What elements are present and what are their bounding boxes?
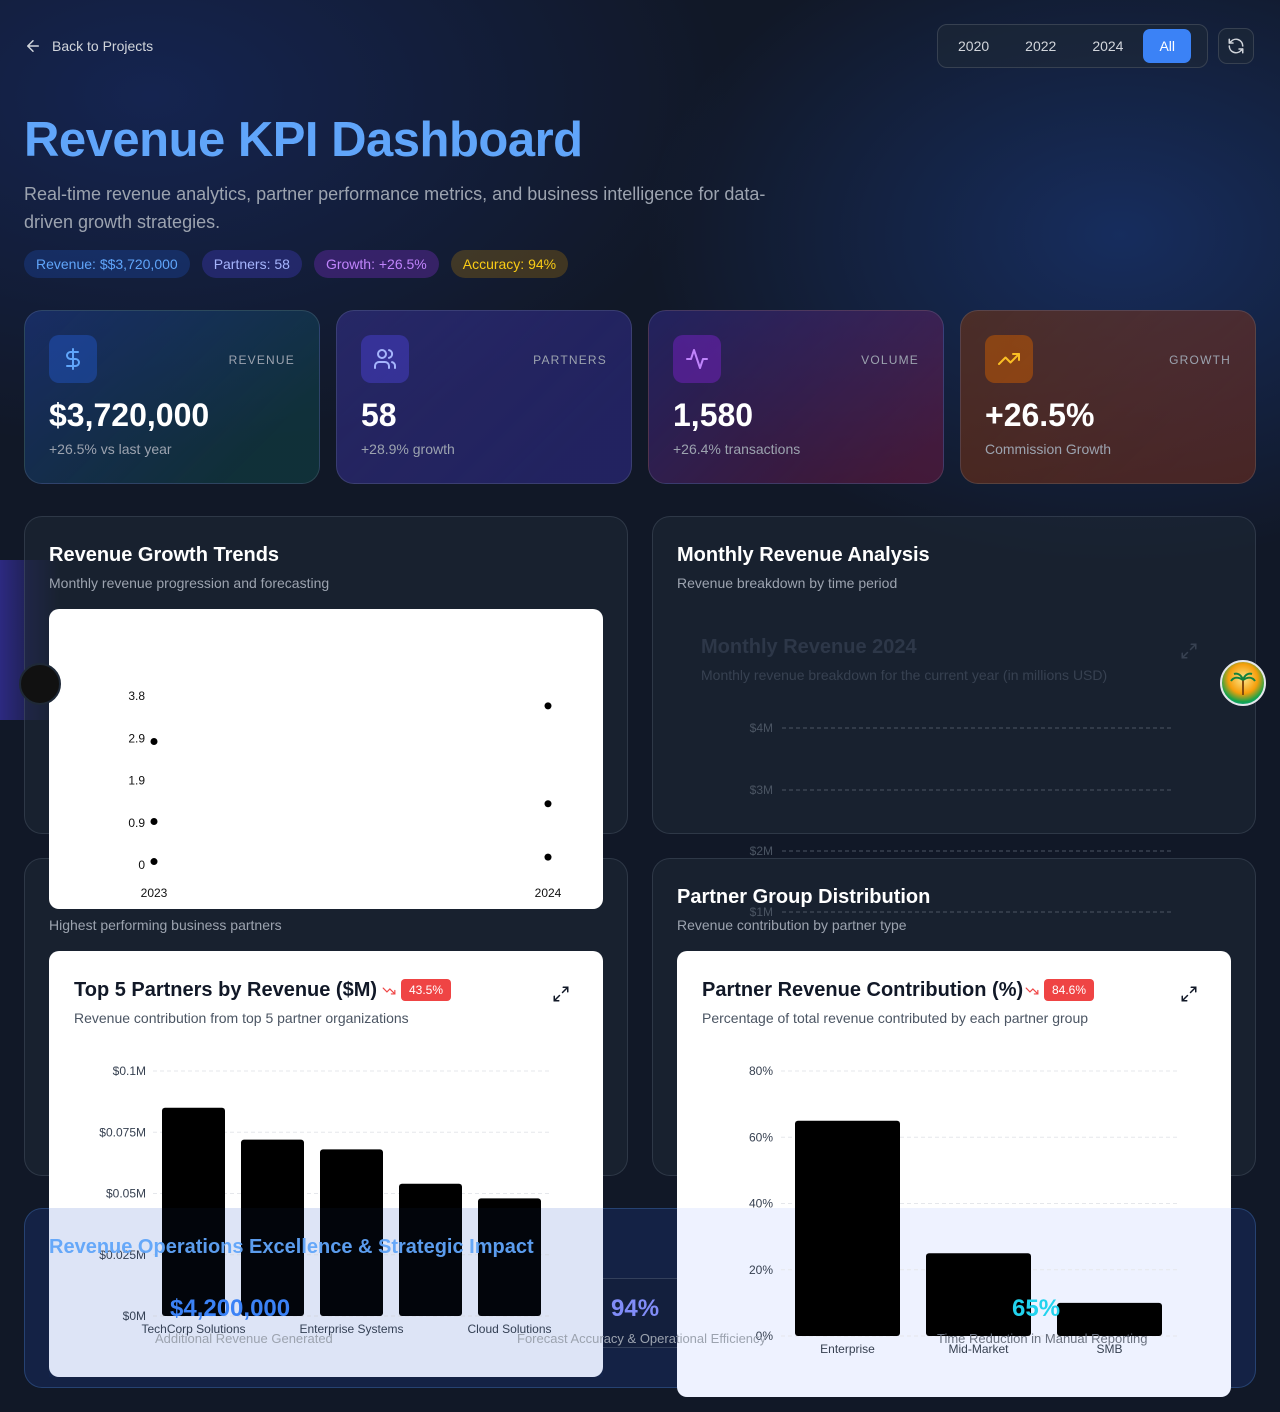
growth-pill: Growth: +26.5%	[313, 250, 439, 278]
x-tick-label: Enterprise	[820, 1342, 875, 1356]
data-point	[544, 702, 552, 710]
cursor-marker	[19, 663, 61, 705]
year-filter-group: 2020 2022 2024 All	[937, 24, 1208, 68]
avatar[interactable]	[1220, 660, 1266, 706]
revenue-growth-chart-card: 0 0.9 1.9 2.9 3.8 2023 2024	[49, 609, 603, 909]
back-to-projects-link[interactable]: Back to Projects	[24, 37, 153, 55]
top5-bar-chart: $0M$0.025M$0.05M$0.075M$0.1MTechCorp Sol…	[99, 1064, 551, 1336]
y-tick-label: 80%	[749, 1064, 773, 1078]
arrow-left-icon	[27, 40, 39, 52]
y-tick-label: $0M	[123, 1309, 146, 1323]
trending-up-icon	[985, 335, 1033, 383]
data-point	[544, 800, 552, 808]
kpi-label: REVENUE	[228, 353, 295, 367]
refresh-icon	[1228, 38, 1244, 54]
back-label: Back to Projects	[52, 38, 154, 54]
y-tick-label: $2M	[750, 844, 773, 858]
stat-value: 65%	[1012, 1295, 1061, 1322]
revenue-growth-subtitle: Monthly revenue progression and forecast…	[49, 575, 330, 591]
monthly-revenue-title: Monthly Revenue Analysis	[677, 544, 930, 566]
y-tick-label: $3M	[750, 783, 773, 797]
monthly-revenue-subtitle: Revenue breakdown by time period	[677, 575, 898, 591]
activity-icon	[673, 335, 721, 383]
kpi-subtext: +28.9% growth	[361, 441, 455, 457]
y-tick-label: 0.9	[128, 816, 145, 830]
revenue-pill: Revenue: $$3,720,000	[24, 250, 190, 278]
bar	[162, 1107, 225, 1316]
excellence-title-overlay: Revenue Operations Excellence & Strategi…	[49, 1236, 534, 1258]
stat-value: $4,200,000	[170, 1295, 291, 1322]
kpi-value: 58	[361, 397, 397, 433]
filter-2020-button[interactable]: 2020	[942, 29, 1005, 63]
y-tick-label: 2.9	[128, 731, 145, 745]
y-tick-label: $0.1M	[113, 1064, 146, 1078]
y-tick-label: 3.8	[128, 689, 145, 703]
bar	[320, 1149, 383, 1316]
top-partners-subtitle: Highest performing business partners	[49, 917, 282, 933]
bar	[795, 1120, 900, 1336]
page-subtitle: Real-time revenue analytics, partner per…	[24, 184, 766, 232]
kpi-label: GROWTH	[1169, 353, 1231, 367]
palm-tree-icon	[1230, 672, 1256, 695]
stat-value: 94%	[611, 1295, 660, 1322]
summary-pills: Revenue: $$3,720,000 Partners: 58 Growth…	[24, 250, 569, 278]
y-tick-label: 1.9	[128, 774, 145, 788]
dollar-icon	[49, 335, 97, 383]
refresh-button[interactable]	[1218, 28, 1254, 64]
partner-group-title: Partner Group Distribution	[677, 886, 931, 908]
x-tick-label: 2024	[535, 886, 562, 900]
page-title: Revenue KPI Dashboard	[24, 113, 583, 167]
revenue-growth-scatter: 0 0.9 1.9 2.9 3.8 2023 2024	[128, 689, 562, 900]
data-point	[150, 858, 158, 866]
y-tick-label: 0	[138, 858, 145, 872]
kpi-card-partners: PARTNERS 58 +28.9% growth	[336, 310, 632, 484]
stat-label: Additional Revenue Generated	[155, 1331, 333, 1346]
kpi-value: $3,720,000	[49, 397, 210, 433]
kpi-label: PARTNERS	[533, 353, 607, 367]
bar	[241, 1139, 304, 1316]
filter-2022-button[interactable]: 2022	[1009, 29, 1072, 63]
y-tick-label: $4M	[750, 721, 773, 735]
kpi-card-revenue: REVENUE $3,720,000 +26.5% vs last year	[24, 310, 320, 484]
kpi-value: 1,580	[673, 397, 754, 433]
top5-partners-card: Top 5 Partners by Revenue ($M) 43.5% Rev…	[49, 951, 603, 1377]
kpi-card-volume: VOLUME 1,580 +26.4% transactions	[648, 310, 944, 484]
contribution-bar-chart: 0%20%40%60%80%Enterprise Mid-Market SMB	[749, 1064, 1177, 1356]
stat-label: Forecast Accuracy & Operational Efficien…	[517, 1331, 767, 1346]
kpi-label: VOLUME	[861, 353, 919, 367]
expand-icon[interactable]	[1180, 642, 1198, 660]
data-point	[150, 737, 158, 745]
y-tick-label: 40%	[749, 1197, 773, 1211]
monthly-chart-title: Monthly Revenue 2024	[701, 636, 917, 658]
data-point	[150, 818, 158, 826]
partners-pill: Partners: 58	[201, 250, 302, 278]
accuracy-pill: Accuracy: 94%	[450, 250, 569, 278]
y-tick-label: $0.05M	[106, 1187, 146, 1201]
y-tick-label: 20%	[749, 1263, 773, 1277]
stat-label: Time Reduction in Manual Reporting	[937, 1331, 1148, 1346]
filter-all-button[interactable]: All	[1143, 29, 1192, 63]
y-tick-label: $0.075M	[99, 1125, 146, 1139]
kpi-subtext: +26.5% vs last year	[49, 441, 172, 457]
partner-group-subtitle: Revenue contribution by partner type	[677, 917, 907, 933]
kpi-value: +26.5%	[985, 397, 1095, 433]
monthly-chart-subtitle: Monthly revenue breakdown for the curren…	[701, 667, 1108, 683]
filter-2024-button[interactable]: 2024	[1076, 29, 1139, 63]
kpi-subtext: Commission Growth	[985, 441, 1112, 457]
revenue-growth-title: Revenue Growth Trends	[49, 544, 280, 566]
y-tick-label: 60%	[749, 1130, 773, 1144]
kpi-card-growth: GROWTH +26.5% Commission Growth	[960, 310, 1256, 484]
users-icon	[361, 335, 409, 383]
x-tick-label: 2023	[141, 886, 168, 900]
data-point	[544, 853, 552, 861]
kpi-subtext: +26.4% transactions	[673, 441, 801, 457]
